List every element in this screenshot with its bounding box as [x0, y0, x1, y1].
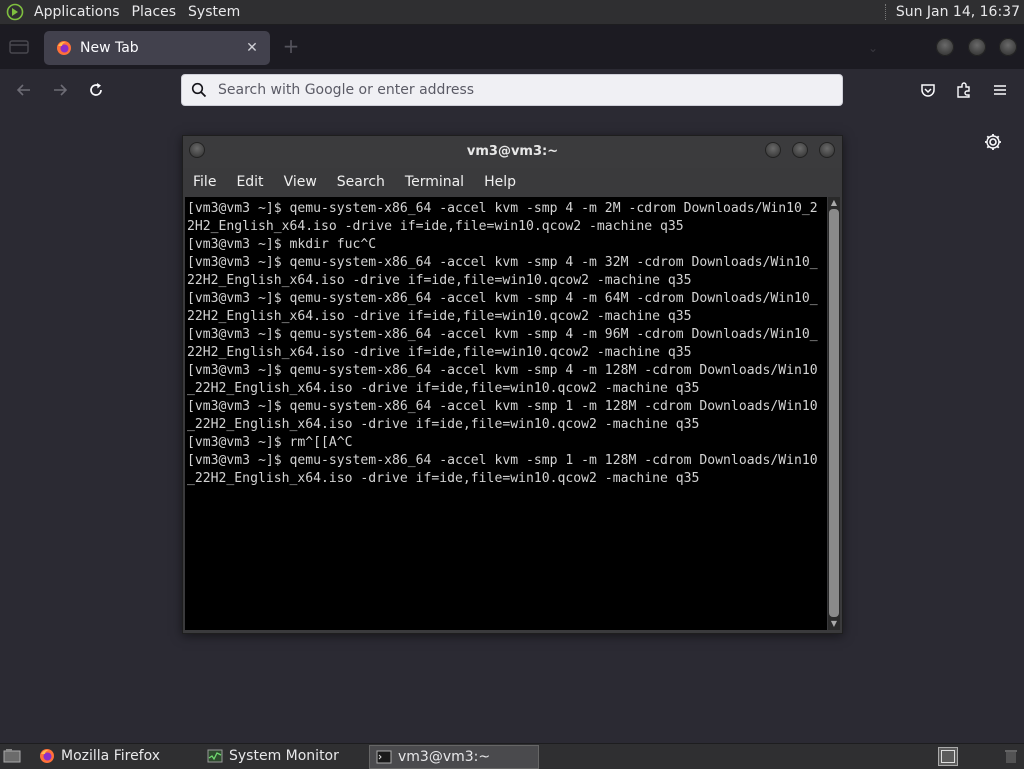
menu-edit[interactable]: Edit — [226, 174, 273, 190]
terminal-title: vm3@vm3:~ — [466, 144, 559, 159]
maximize-window-button[interactable] — [968, 38, 986, 56]
forward-icon[interactable] — [49, 79, 71, 101]
terminal-minimize-button[interactable] — [765, 142, 781, 158]
taskbar-item-label: Mozilla Firefox — [61, 748, 161, 764]
gear-icon[interactable] — [983, 132, 1003, 152]
top-panel: Applications Places System Sun Jan 14, 1… — [0, 0, 1024, 25]
hamburger-menu-icon[interactable] — [989, 79, 1011, 101]
menu-search[interactable]: Search — [327, 174, 395, 190]
trash-icon[interactable] — [1002, 747, 1020, 765]
workspace-1[interactable] — [941, 750, 955, 763]
terminal-window[interactable]: vm3@vm3:~ File Edit View Search Terminal… — [182, 135, 843, 634]
taskbar: Mozilla Firefox System Monitor vm3@vm3:~ — [0, 743, 1024, 769]
navigation-toolbar — [0, 69, 1024, 110]
plus-icon[interactable]: + — [282, 36, 300, 56]
firefox-icon — [39, 748, 55, 764]
menu-terminal[interactable]: Terminal — [395, 174, 474, 190]
tab-strip: New Tab ✕ + ⌄ — [0, 25, 1024, 69]
pocket-icon[interactable] — [917, 79, 939, 101]
taskbar-item-terminal[interactable]: vm3@vm3:~ — [369, 745, 539, 769]
terminal-scrollbar[interactable]: ▲ ▼ — [828, 197, 840, 630]
terminal-icon — [376, 749, 392, 765]
taskbar-item-firefox[interactable]: Mozilla Firefox — [33, 745, 197, 767]
system-menu[interactable]: System — [182, 4, 246, 20]
panel-separator — [884, 4, 888, 20]
distro-logo-icon[interactable] — [6, 3, 24, 21]
scroll-up-icon[interactable]: ▲ — [828, 198, 840, 208]
scroll-down-icon[interactable]: ▼ — [828, 619, 840, 629]
taskbar-item-label: vm3@vm3:~ — [398, 749, 491, 765]
system-monitor-icon — [207, 748, 223, 764]
search-input[interactable] — [216, 81, 820, 99]
minimize-window-button[interactable] — [936, 38, 954, 56]
menu-view[interactable]: View — [274, 174, 327, 190]
taskbar-item-label: System Monitor — [229, 748, 339, 764]
terminal-menubar: File Edit View Search Terminal Help — [183, 168, 842, 196]
search-icon — [191, 82, 207, 98]
applications-menu[interactable]: Applications — [28, 4, 126, 20]
address-bar[interactable] — [181, 74, 843, 106]
workspace-switcher[interactable] — [938, 747, 958, 766]
clock[interactable]: Sun Jan 14, 16:37 — [896, 4, 1020, 20]
reload-icon[interactable] — [85, 79, 107, 101]
tab-list-icon[interactable] — [9, 39, 29, 55]
terminal-maximize-button[interactable] — [792, 142, 808, 158]
terminal-close-button[interactable] — [819, 142, 835, 158]
show-desktop-icon[interactable] — [3, 748, 21, 764]
tab-overflow-icon[interactable]: ⌄ — [868, 41, 878, 55]
menu-help[interactable]: Help — [474, 174, 526, 190]
back-icon[interactable] — [13, 79, 35, 101]
taskbar-item-system-monitor[interactable]: System Monitor — [201, 745, 365, 767]
scroll-thumb[interactable] — [829, 209, 839, 617]
tab-new-tab[interactable]: New Tab ✕ — [44, 31, 270, 65]
terminal-output: [vm3@vm3 ~]$ qemu-system-x86_64 -accel k… — [187, 201, 818, 486]
terminal-screen[interactable]: [vm3@vm3 ~]$ qemu-system-x86_64 -accel k… — [185, 197, 827, 630]
close-icon[interactable]: ✕ — [244, 40, 260, 56]
terminal-titlebar[interactable]: vm3@vm3:~ — [183, 136, 842, 168]
firefox-icon — [56, 40, 72, 56]
close-window-button[interactable] — [999, 38, 1017, 56]
extensions-icon[interactable] — [953, 79, 975, 101]
places-menu[interactable]: Places — [126, 4, 183, 20]
tab-title: New Tab — [80, 40, 139, 56]
menu-file[interactable]: File — [183, 174, 226, 190]
